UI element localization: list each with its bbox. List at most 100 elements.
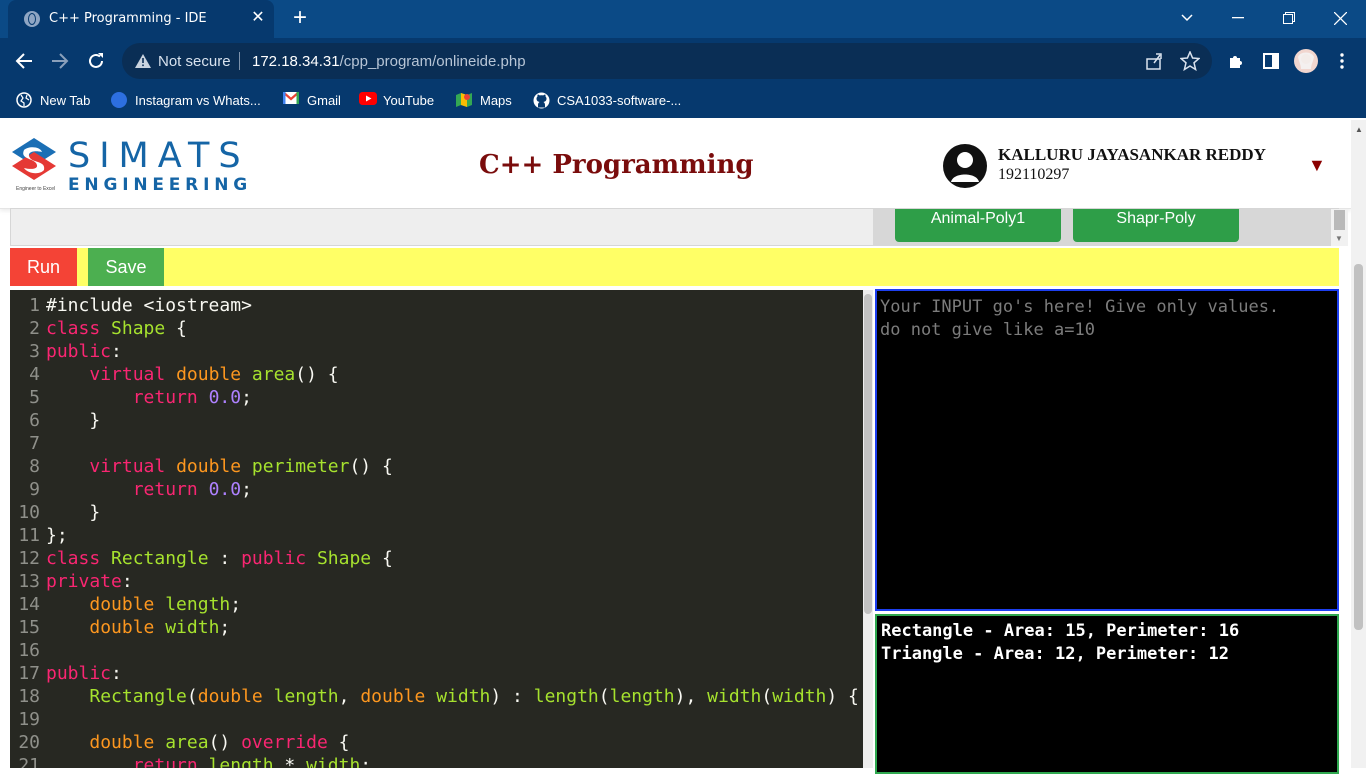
programs-scroll-thumb[interactable] xyxy=(1334,210,1345,230)
code-token: width xyxy=(306,755,361,768)
program-shapr-poly-button[interactable]: Shapr-Poly xyxy=(1073,209,1239,242)
code-line[interactable]: 7 xyxy=(10,432,863,455)
code-line[interactable]: 11}; xyxy=(10,524,863,547)
code-token: ), xyxy=(674,686,708,707)
program-animal-poly1-button[interactable]: Animal-Poly1 xyxy=(895,209,1061,242)
profile-avatar-icon[interactable] xyxy=(1292,47,1320,75)
bookmark-youtube[interactable]: YouTube xyxy=(359,84,434,116)
not-secure-label[interactable]: Not secure xyxy=(158,53,231,70)
code-token: double xyxy=(197,686,274,707)
page-content: Engineer to Excel SIMATS ENGINEERING C++… xyxy=(0,120,1366,774)
bookmark-star-icon[interactable] xyxy=(1179,50,1201,76)
code-token: private xyxy=(46,571,122,592)
warning-icon[interactable] xyxy=(135,54,151,73)
line-number: 7 xyxy=(29,433,40,454)
url-text[interactable]: 172.18.34.31/cpp_program/onlineide.php xyxy=(252,53,526,70)
run-button[interactable]: Run xyxy=(10,248,77,286)
bookmark-gmail[interactable]: Gmail xyxy=(282,84,341,116)
code-line[interactable]: 19 xyxy=(10,708,863,731)
tab-search-icon[interactable] xyxy=(1162,0,1212,36)
reload-icon[interactable] xyxy=(82,47,110,75)
code-token: ) : xyxy=(490,686,534,707)
page-scrollbar[interactable]: ▲ xyxy=(1351,120,1366,768)
code-token: ; xyxy=(219,617,231,638)
logo-tagline: Engineer to Excel xyxy=(16,186,56,192)
code-line[interactable]: 6 } xyxy=(10,409,863,432)
share-icon[interactable] xyxy=(1145,52,1163,75)
side-panel-icon[interactable] xyxy=(1257,47,1285,75)
code-token: width xyxy=(165,617,220,638)
page-scroll-thumb[interactable] xyxy=(1354,264,1363,630)
line-number: 13 xyxy=(18,571,40,592)
code-token: width xyxy=(772,686,827,707)
editor-scroll-thumb[interactable] xyxy=(864,294,872,614)
bookmark-label: Gmail xyxy=(307,92,341,108)
code-line[interactable]: 12 class Rectangle : public Shape { xyxy=(10,547,863,570)
code-editor[interactable]: 1 #include <iostream> 2 class Shape {3 publi… xyxy=(10,290,863,768)
code-line[interactable]: 17 public: xyxy=(10,662,863,685)
code-line[interactable]: 14 double length; xyxy=(10,593,863,616)
close-tab-icon[interactable]: ✕ xyxy=(248,8,268,28)
line-number: 19 xyxy=(18,709,40,730)
code-token: perimeter xyxy=(251,456,350,477)
code-line[interactable]: 13 private: xyxy=(10,570,863,593)
forward-arrow-icon[interactable] xyxy=(46,47,74,75)
code-line[interactable]: 16 xyxy=(10,639,863,662)
extensions-puzzle-icon[interactable] xyxy=(1222,47,1250,75)
code-token: double xyxy=(176,364,252,385)
browser-menu-icon[interactable] xyxy=(1328,47,1356,75)
code-line[interactable]: 1 #include <iostream> xyxy=(10,294,863,317)
simats-logo-mark-icon xyxy=(12,138,56,180)
code-line[interactable]: 10 } xyxy=(10,501,863,524)
user-avatar-icon[interactable] xyxy=(943,144,987,188)
programs-scrollbar[interactable]: ▼ xyxy=(1331,209,1348,246)
code-line[interactable]: 18 Rectangle(double length, double width… xyxy=(10,685,863,708)
line-number: 17 xyxy=(18,663,40,684)
close-window-icon[interactable] xyxy=(1315,0,1365,36)
line-number: 10 xyxy=(18,502,40,523)
code-line[interactable]: 5 return 0.0; xyxy=(10,386,863,409)
code-token: override xyxy=(241,732,328,753)
code-token: () xyxy=(208,732,242,753)
minimize-icon[interactable] xyxy=(1213,0,1263,36)
new-tab-button[interactable]: + xyxy=(287,5,313,31)
code-line[interactable]: 2 class Shape { xyxy=(10,317,863,340)
scroll-up-arrow-icon[interactable]: ▲ xyxy=(1355,125,1363,134)
code-line[interactable]: 20 double area() override { xyxy=(10,731,863,754)
browser-tab[interactable]: C++ Programming - IDE ✕ xyxy=(8,0,274,38)
output-text: Rectangle - Area: 15, Perimeter: 16 Tria… xyxy=(881,620,1239,666)
restore-icon[interactable] xyxy=(1264,0,1314,36)
save-button[interactable]: Save xyxy=(88,248,164,286)
scroll-down-arrow-icon[interactable]: ▼ xyxy=(1335,234,1343,243)
program-input-textarea[interactable]: Your INPUT go's here! Give only values. … xyxy=(875,289,1339,611)
code-token: double xyxy=(176,456,252,477)
code-line[interactable]: 4 virtual double area() { xyxy=(10,363,863,386)
page-title: C++ Programming xyxy=(479,150,754,180)
bookmark-maps[interactable]: Maps xyxy=(456,84,512,116)
code-token: width xyxy=(436,686,491,707)
user-menu-caret-icon[interactable]: ▼ xyxy=(1308,155,1326,176)
back-arrow-icon[interactable] xyxy=(10,47,38,75)
bookmark-new-tab[interactable]: New Tab xyxy=(16,84,90,116)
address-bar[interactable]: Not secure 172.18.34.31/cpp_program/onli… xyxy=(122,43,1212,79)
code-token: double xyxy=(89,594,166,615)
line-number: 2 xyxy=(29,318,40,339)
ide-toolbar: Run Save xyxy=(10,248,1339,286)
code-line[interactable]: 8 virtual double perimeter() { xyxy=(10,455,863,478)
bookmark-instagram[interactable]: Instagram vs Whats... xyxy=(111,84,261,116)
code-token: class xyxy=(46,548,112,569)
code-token: { xyxy=(327,732,350,753)
editor-scrollbar[interactable] xyxy=(863,290,873,768)
simats-logo[interactable]: Engineer to Excel SIMATS ENGINEERING xyxy=(8,136,247,196)
bookmark-github[interactable]: CSA1033-software-... xyxy=(533,84,681,116)
code-line[interactable]: 21 return length * width; xyxy=(10,754,863,768)
code-token: return xyxy=(132,755,209,768)
line-number: 20 xyxy=(18,732,40,753)
code-line[interactable]: 9 return 0.0; xyxy=(10,478,863,501)
code-line[interactable]: 3 public: xyxy=(10,340,863,363)
code-line[interactable]: 15 double width; xyxy=(10,616,863,639)
code-token: : xyxy=(121,571,133,592)
code-token: ( xyxy=(186,686,198,707)
